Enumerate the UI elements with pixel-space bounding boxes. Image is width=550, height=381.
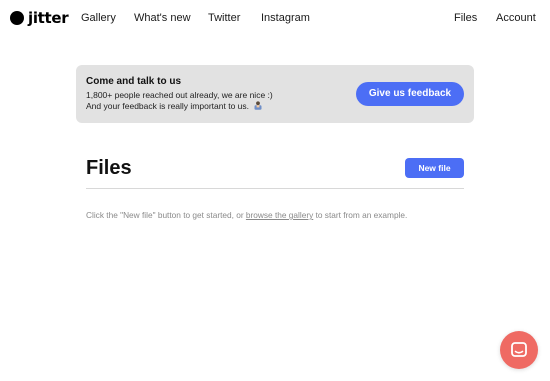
logo-dot-icon bbox=[10, 11, 24, 25]
person-bowing-icon bbox=[254, 101, 262, 110]
jitter-logo[interactable]: jitter bbox=[10, 9, 69, 27]
banner-text-line-2: And your feedback is really important to… bbox=[86, 101, 263, 112]
browse-gallery-link[interactable]: browse the gallery bbox=[246, 210, 313, 220]
nav-link-twitter[interactable]: Twitter bbox=[208, 11, 240, 25]
nav-link-account[interactable]: Account bbox=[496, 11, 536, 25]
section-divider bbox=[86, 188, 464, 189]
nav-link-instagram[interactable]: Instagram bbox=[261, 11, 310, 25]
nav-link-files[interactable]: Files bbox=[454, 11, 477, 25]
chat-launcher-button[interactable] bbox=[500, 331, 538, 369]
nav-link-whats-new[interactable]: What's new bbox=[134, 11, 191, 25]
empty-state-hint: Click the "New file" button to get start… bbox=[86, 210, 407, 221]
hint-text-end: to start from an example. bbox=[313, 210, 408, 220]
new-file-button[interactable]: New file bbox=[405, 158, 464, 178]
hint-text-start: Click the "New file" button to get start… bbox=[86, 210, 246, 220]
give-feedback-button[interactable]: Give us feedback bbox=[356, 82, 464, 106]
banner-text-line-1: 1,800+ people reached out already, we ar… bbox=[86, 90, 273, 100]
banner-title: Come and talk to us bbox=[86, 76, 182, 87]
nav-link-gallery[interactable]: Gallery bbox=[81, 11, 116, 25]
page-title: Files bbox=[86, 157, 132, 179]
banner-text-line-2-label: And your feedback is really important to… bbox=[86, 101, 249, 111]
chat-icon bbox=[511, 342, 527, 357]
top-navigation: jitter Gallery What's new Twitter Instag… bbox=[0, 0, 550, 36]
logo-text: jitter bbox=[28, 9, 69, 27]
